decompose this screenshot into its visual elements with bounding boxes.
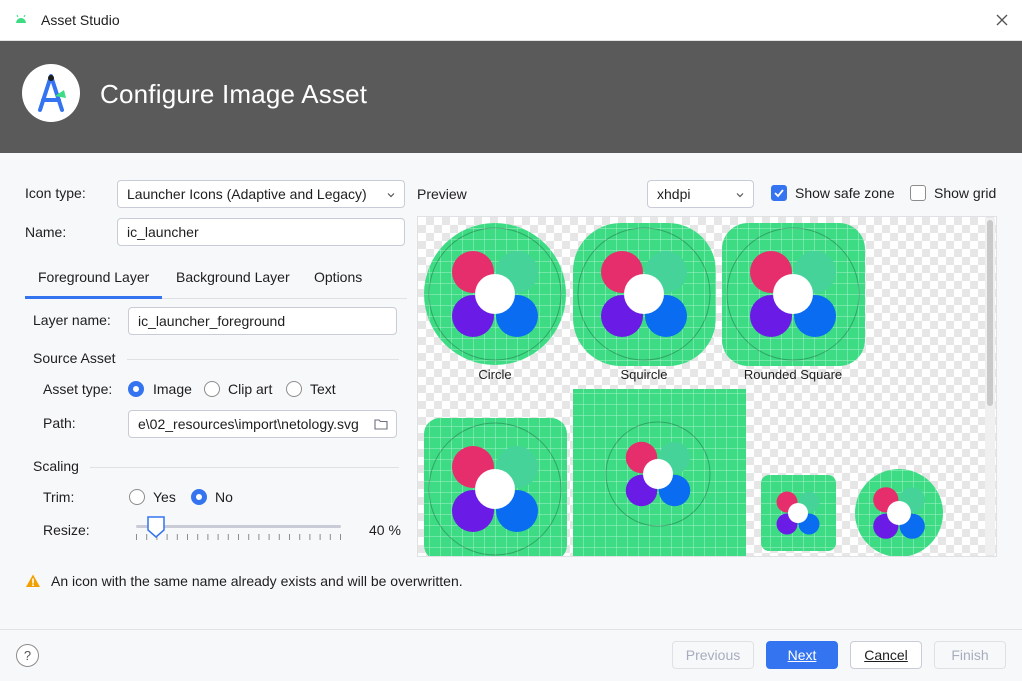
icon-preview-full-bleed xyxy=(573,389,746,556)
name-field[interactable]: ic_launcher xyxy=(117,218,405,246)
icon-previews xyxy=(424,223,943,556)
scaling-title: Scaling xyxy=(33,458,79,474)
close-icon[interactable] xyxy=(992,10,1012,30)
tab-options[interactable]: Options xyxy=(314,269,362,285)
icon-preview-squircle xyxy=(573,223,716,366)
icon-preview-circle xyxy=(424,223,566,365)
density-value: xhdpi xyxy=(657,186,691,202)
checkmark-icon xyxy=(774,189,784,198)
path-value: e\02_resources\import\netology.svg xyxy=(138,416,359,432)
warning-text: An icon with the same name already exist… xyxy=(51,573,463,589)
asset-type-clipart-radio[interactable] xyxy=(204,381,220,397)
path-field[interactable]: e\02_resources\import\netology.svg xyxy=(128,410,397,438)
icon-preview-legacy-square xyxy=(424,418,567,556)
section-divider xyxy=(127,359,399,360)
tab-foreground-layer[interactable]: Foreground Layer xyxy=(24,269,163,299)
folder-icon[interactable] xyxy=(374,418,388,430)
footer-divider xyxy=(0,629,1022,630)
asset-type-label: Asset type: xyxy=(43,381,113,397)
show-safe-zone-checkbox[interactable] xyxy=(771,185,787,201)
android-icon xyxy=(16,14,26,23)
asset-type-image-radio[interactable] xyxy=(128,381,144,397)
title-bar: Asset Studio xyxy=(0,0,1022,41)
layer-name-label: Layer name: xyxy=(33,312,111,328)
icon-type-value: Launcher Icons (Adaptive and Legacy) xyxy=(127,186,367,202)
show-grid-checkbox[interactable] xyxy=(910,185,926,201)
layer-name-field[interactable]: ic_launcher_foreground xyxy=(128,307,397,335)
warning-icon xyxy=(26,574,40,587)
trim-no-label: No xyxy=(215,489,233,505)
next-button-label: Next xyxy=(787,647,817,663)
header-banner: Configure Image Asset xyxy=(0,41,1022,153)
window-title: Asset Studio xyxy=(41,12,120,28)
caption-rounded-square: Rounded Square xyxy=(743,367,843,382)
trim-no-radio[interactable] xyxy=(191,489,207,505)
caption-circle: Circle xyxy=(478,367,512,382)
density-dropdown[interactable]: xhdpi xyxy=(647,180,754,208)
help-button[interactable]: ? xyxy=(16,644,39,667)
cancel-button-label: Cancel xyxy=(864,647,908,663)
icon-preview-rounded-square xyxy=(722,223,865,366)
trim-label: Trim: xyxy=(43,489,75,505)
resize-label: Resize: xyxy=(43,522,90,538)
chevron-down-icon xyxy=(736,193,744,198)
path-label: Path: xyxy=(43,415,76,431)
previous-button[interactable]: Previous xyxy=(672,641,754,669)
asset-type-text-radio[interactable] xyxy=(286,381,302,397)
chevron-down-icon xyxy=(387,193,395,198)
preview-label: Preview xyxy=(417,186,467,202)
trim-yes-label: Yes xyxy=(153,489,176,505)
cancel-button[interactable]: Cancel xyxy=(850,641,922,669)
layer-name-value: ic_launcher_foreground xyxy=(138,313,286,329)
resize-slider-ticks xyxy=(136,534,341,540)
section-divider xyxy=(90,467,399,468)
icon-preview-small-square xyxy=(761,475,836,551)
scrollbar-thumb[interactable] xyxy=(987,220,993,406)
resize-slider-track[interactable] xyxy=(136,525,341,528)
asset-type-clipart-label: Clip art xyxy=(228,381,273,397)
name-value: ic_launcher xyxy=(127,224,199,240)
icon-type-label: Icon type: xyxy=(25,185,86,201)
trim-yes-radio[interactable] xyxy=(129,489,145,505)
layer-tabs: Foreground Layer Background Layer Option… xyxy=(24,260,407,299)
icon-type-dropdown[interactable]: Launcher Icons (Adaptive and Legacy) xyxy=(117,180,405,208)
show-safe-zone-label: Show safe zone xyxy=(795,185,895,201)
preview-scrollbar[interactable] xyxy=(985,218,995,555)
resize-value: 40 % xyxy=(369,522,401,538)
finish-button[interactable]: Finish xyxy=(934,641,1006,669)
icon-preview-small-circle xyxy=(855,469,943,556)
tab-background-layer[interactable]: Background Layer xyxy=(176,269,290,285)
name-label: Name: xyxy=(25,224,67,240)
preview-area: Circle Squircle Rounded Square xyxy=(417,216,997,557)
next-button[interactable]: Next xyxy=(766,641,838,669)
source-asset-title: Source Asset xyxy=(33,350,116,366)
android-studio-logo xyxy=(22,64,80,122)
caption-squircle: Squircle xyxy=(620,367,668,382)
asset-type-image-label: Image xyxy=(153,381,192,397)
show-grid-label: Show grid xyxy=(934,185,997,201)
resize-slider-thumb[interactable] xyxy=(147,516,165,538)
page-title: Configure Image Asset xyxy=(100,79,368,109)
asset-type-text-label: Text xyxy=(310,381,336,397)
